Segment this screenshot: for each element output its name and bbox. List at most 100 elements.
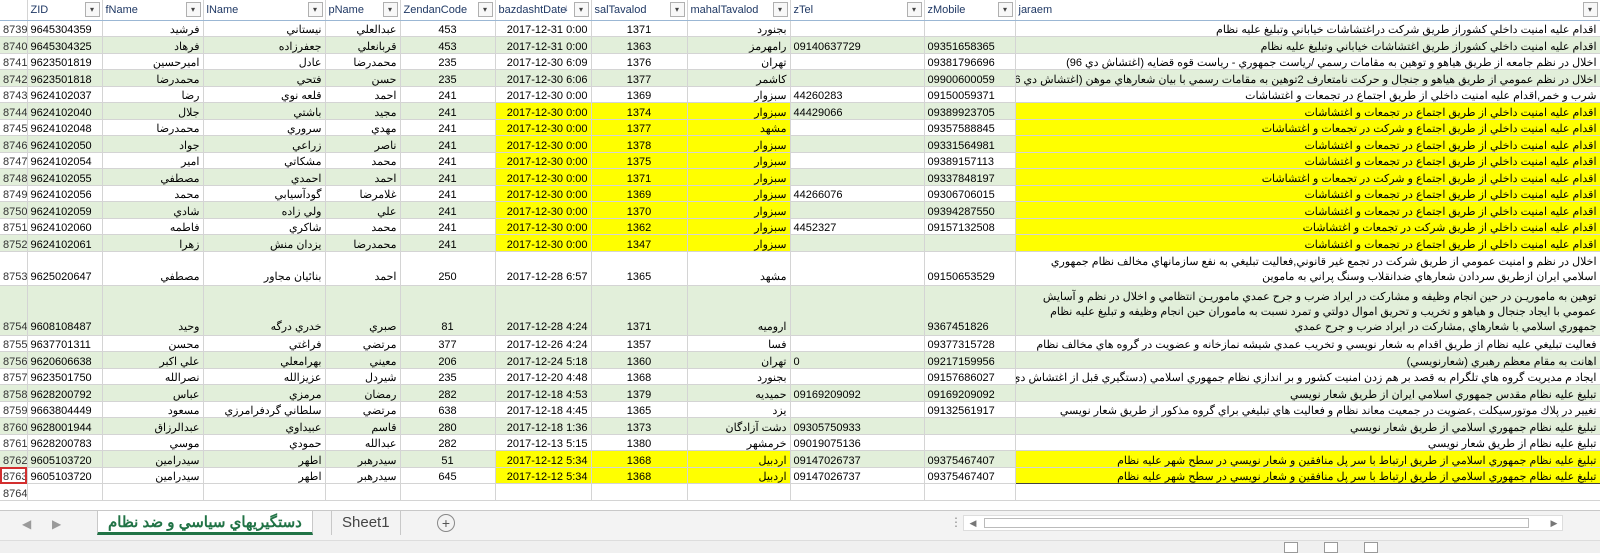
- cell-zmobile[interactable]: 09150653529: [924, 251, 1016, 286]
- cell-lname[interactable]: عزيزالله: [203, 368, 326, 385]
- cell-sal[interactable]: 1368: [591, 450, 688, 468]
- cell-zendan[interactable]: 282: [400, 434, 496, 451]
- row-number[interactable]: 8752: [0, 234, 28, 252]
- filter-dropdown-icon[interactable]: ▾: [382, 2, 398, 17]
- cell-ztel[interactable]: [790, 401, 925, 418]
- cell-jaraem[interactable]: اقدام عليه امنيت داخلي از طريق اجتماع در…: [1015, 135, 1600, 153]
- row-number[interactable]: 8760: [0, 417, 28, 435]
- row-number[interactable]: 8744: [0, 102, 28, 120]
- cell-zid[interactable]: 9624102037: [27, 86, 103, 103]
- cell-mahal[interactable]: سبزوار: [687, 102, 791, 120]
- scroll-right-icon[interactable]: ▶: [1546, 516, 1562, 530]
- row-number[interactable]: 8748: [0, 168, 28, 186]
- cell-zmobile[interactable]: 09331564981: [924, 135, 1016, 153]
- cell-bazdasht[interactable]: 2017-12-30 0:00: [495, 201, 592, 219]
- cell-zid[interactable]: 9624102056: [27, 185, 103, 202]
- column-header-mahal[interactable]: mahalTavalod ▾: [687, 0, 791, 21]
- cell-fname[interactable]: وحيد: [102, 285, 204, 336]
- cell-zid[interactable]: 9608108487: [27, 285, 103, 336]
- row-number[interactable]: 8753: [0, 251, 28, 286]
- cell-pname[interactable]: شيردل: [325, 368, 401, 385]
- cell-zid[interactable]: 9625020647: [27, 251, 103, 286]
- row-number[interactable]: 8758: [0, 384, 28, 402]
- cell-zendan[interactable]: 645: [400, 467, 496, 484]
- cell-fname[interactable]: جواد: [102, 135, 204, 153]
- cell-zid[interactable]: 9605103720: [27, 467, 103, 484]
- cell-zmobile[interactable]: 09381796696: [924, 53, 1016, 70]
- cell-ztel[interactable]: 09147026737: [790, 450, 925, 468]
- tab-sheet1[interactable]: Sheet1: [331, 511, 401, 535]
- cell-jaraem[interactable]: اقدام عليه امنيت داخلي از طريق اجتماع در…: [1015, 152, 1600, 169]
- cell-mahal[interactable]: سبزوار: [687, 86, 791, 103]
- cell-zmobile[interactable]: 9367451826: [924, 285, 1016, 336]
- cell-mahal[interactable]: مشهد: [687, 119, 791, 136]
- filter-dropdown-icon[interactable]: ▾: [573, 2, 589, 17]
- cell-sal[interactable]: 1377: [591, 69, 688, 87]
- filter-dropdown-icon[interactable]: ▾: [1582, 2, 1598, 17]
- cell-fname[interactable]: امير: [102, 152, 204, 169]
- column-header-zendan[interactable]: ZendanCode ▾: [400, 0, 496, 21]
- cell-pname[interactable]: مرتضي: [325, 401, 401, 418]
- cell-jaraem[interactable]: تبليغ عليه نظام جمهوري اسلامي از طريق شع…: [1015, 417, 1600, 435]
- column-header-fname[interactable]: fName ▾: [102, 0, 204, 21]
- more-options-icon[interactable]: ⋮: [950, 515, 962, 529]
- cell-pname[interactable]: حسن: [325, 69, 401, 87]
- cell-fname[interactable]: رضا: [102, 86, 204, 103]
- cell-sal[interactable]: 1365: [591, 251, 688, 286]
- cell-lname[interactable]: سلطاني گردفرامرزي: [203, 401, 326, 418]
- next-sheet-icon[interactable]: ▶: [52, 517, 61, 531]
- cell-mahal[interactable]: سبزوار: [687, 201, 791, 219]
- cell-ztel[interactable]: [790, 168, 925, 186]
- cell-ztel[interactable]: [790, 135, 925, 153]
- column-header-zid[interactable]: ZID ▾: [27, 0, 103, 21]
- cell-mahal[interactable]: تهران: [687, 351, 791, 369]
- cell-bazdasht[interactable]: 2017-12-18 4:45: [495, 401, 592, 418]
- cell-sal[interactable]: 1370: [591, 201, 688, 219]
- cell-mahal[interactable]: سبزوار: [687, 234, 791, 252]
- cell-zmobile[interactable]: 09217159956: [924, 351, 1016, 369]
- cell-jaraem[interactable]: اقدام عليه امنيت داخلي از طريق اجتماع در…: [1015, 185, 1600, 202]
- cell-sal[interactable]: 1365: [591, 401, 688, 418]
- cell-sal[interactable]: 1362: [591, 218, 688, 235]
- cell-lname[interactable]: مرمزي: [203, 384, 326, 402]
- cell-bazdasht[interactable]: 2017-12-24 5:18: [495, 351, 592, 369]
- cell-zid[interactable]: 9624102055: [27, 168, 103, 186]
- cell-sal[interactable]: 1378: [591, 135, 688, 153]
- row-number[interactable]: 8761: [0, 434, 28, 451]
- cell-zendan[interactable]: 241: [400, 201, 496, 219]
- cell-ztel[interactable]: [790, 119, 925, 136]
- cell-bazdasht[interactable]: 2017-12-13 5:15: [495, 434, 592, 451]
- cell-mahal[interactable]: سبزوار: [687, 185, 791, 202]
- cell-zid[interactable]: 9624102059: [27, 201, 103, 219]
- cell-fname[interactable]: محسن: [102, 335, 204, 352]
- cell-zmobile[interactable]: [924, 417, 1016, 435]
- row-number[interactable]: 8740: [0, 36, 28, 54]
- row-number[interactable]: 8759: [0, 401, 28, 418]
- cell-mahal[interactable]: اردبيل: [687, 450, 791, 468]
- cell-lname[interactable]: خدري درگه: [203, 285, 326, 336]
- cell-pname[interactable]: مرتضي: [325, 335, 401, 352]
- cell-zmobile[interactable]: 09389923705: [924, 102, 1016, 120]
- cell-fname[interactable]: فاطمه: [102, 218, 204, 235]
- cell-zmobile[interactable]: 09150059371: [924, 86, 1016, 103]
- cell-pname[interactable]: عبدالعلي: [325, 20, 401, 37]
- cell-mahal[interactable]: رامهرمز: [687, 36, 791, 54]
- cell-lname[interactable]: سروري: [203, 119, 326, 136]
- cell-sal[interactable]: 1369: [591, 185, 688, 202]
- prev-sheet-icon[interactable]: ◀: [22, 517, 31, 531]
- cell-fname[interactable]: علي اكبر: [102, 351, 204, 369]
- cell-bazdasht[interactable]: 2017-12-30 0:00: [495, 234, 592, 252]
- row-number[interactable]: 8741: [0, 53, 28, 70]
- cell-zmobile[interactable]: 09375467407: [924, 450, 1016, 468]
- cell-bazdasht[interactable]: 2017-12-30 0:00: [495, 168, 592, 186]
- cell-jaraem[interactable]: توهين به ماموريـن در حين انجام وظيفه و م…: [1015, 285, 1600, 336]
- cell-ztel[interactable]: 09169209092: [790, 384, 925, 402]
- cell-pname[interactable]: محمد: [325, 152, 401, 169]
- cell-ztel[interactable]: [790, 152, 925, 169]
- cell-bazdasht[interactable]: 2017-12-18 4:53: [495, 384, 592, 402]
- cell-pname[interactable]: محمدرضا: [325, 53, 401, 70]
- row-number[interactable]: 8762: [0, 450, 28, 468]
- cell-zid[interactable]: 9645304359: [27, 20, 103, 37]
- cell-pname[interactable]: احمد: [325, 86, 401, 103]
- cell-zid[interactable]: 9624102054: [27, 152, 103, 169]
